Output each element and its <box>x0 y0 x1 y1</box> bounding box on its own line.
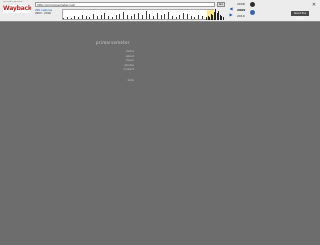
timeline-bar <box>202 16 203 19</box>
timeline-bar <box>108 16 109 19</box>
timeline-bar <box>183 13 184 19</box>
share-icon[interactable] <box>250 2 255 7</box>
timeline-bar <box>123 12 124 19</box>
logo-wordmark: WaybackMachine <box>3 5 31 13</box>
timeline-bar <box>97 16 98 19</box>
timeline-bar <box>86 16 87 19</box>
timeline-bar <box>89 17 90 19</box>
timeline-bar <box>153 16 154 19</box>
toolbar-actions <box>250 2 288 20</box>
captures-range: 2003 - 2016 <box>35 12 51 15</box>
timeline-bar <box>179 15 180 19</box>
facebook-icon[interactable] <box>250 10 255 15</box>
timeline-bar <box>164 14 165 19</box>
timeline-bar <box>194 17 195 19</box>
url-input[interactable] <box>37 3 212 6</box>
calendar-sparkline[interactable] <box>206 5 224 20</box>
timeline-bar <box>198 15 199 19</box>
timeline-bar <box>146 11 147 19</box>
timeline-bar <box>71 18 72 19</box>
wayback-toolbar: INTERNET ARCHIVE WaybackMachine Go 298 c… <box>0 0 320 22</box>
help-icon[interactable]: ? <box>307 11 317 16</box>
timeline-bar <box>112 17 113 19</box>
prev-capture-icon[interactable]: ◀ <box>227 6 235 11</box>
site-nav: home about music photos contact links <box>100 49 134 89</box>
timeline-bar <box>134 14 135 19</box>
timeline-bar <box>168 12 169 19</box>
captures-info: 298 captures 2003 - 2016 <box>35 9 61 21</box>
timeline-bars <box>63 10 213 19</box>
timeline-bar <box>74 16 75 19</box>
timeline-bar <box>119 14 120 19</box>
timeline-bar <box>142 15 143 19</box>
timeline-bar <box>104 13 105 19</box>
timeline-bar <box>172 16 173 19</box>
timeline-bar <box>127 15 128 19</box>
capture-timeline[interactable] <box>62 9 214 20</box>
timeline-bar <box>63 18 64 19</box>
timeline-bar <box>191 16 192 19</box>
year-next[interactable]: 2010 <box>237 13 247 19</box>
timeline-bar <box>149 14 150 19</box>
timeline-bar <box>67 17 68 19</box>
timeline-bar <box>101 15 102 19</box>
timeline-bar <box>93 14 94 19</box>
wayback-logo[interactable]: INTERNET ARCHIVE WaybackMachine <box>3 1 31 20</box>
year-selector: 2008 2009 2010 <box>237 1 247 21</box>
site-title: primarsemeter <box>96 40 130 45</box>
close-icon[interactable]: ✕ <box>311 2 317 8</box>
next-capture-icon[interactable]: ▶ <box>227 12 235 17</box>
url-field[interactable] <box>35 2 215 7</box>
timeline-bar <box>138 13 139 19</box>
timeline-bar <box>187 14 188 19</box>
nav-link-links[interactable]: links <box>100 78 134 83</box>
timeline-bar <box>78 17 79 19</box>
timeline-bar <box>82 15 83 19</box>
sparkline-bar <box>222 17 224 20</box>
capture-nav: ◀ ▶ <box>226 1 236 21</box>
timeline-bar <box>116 15 117 19</box>
timeline-bar <box>176 17 177 19</box>
logo-tagline: INTERNET ARCHIVE <box>3 1 23 3</box>
timeline-bar <box>161 15 162 19</box>
timeline-bar <box>131 16 132 19</box>
timeline-bar <box>157 13 158 19</box>
